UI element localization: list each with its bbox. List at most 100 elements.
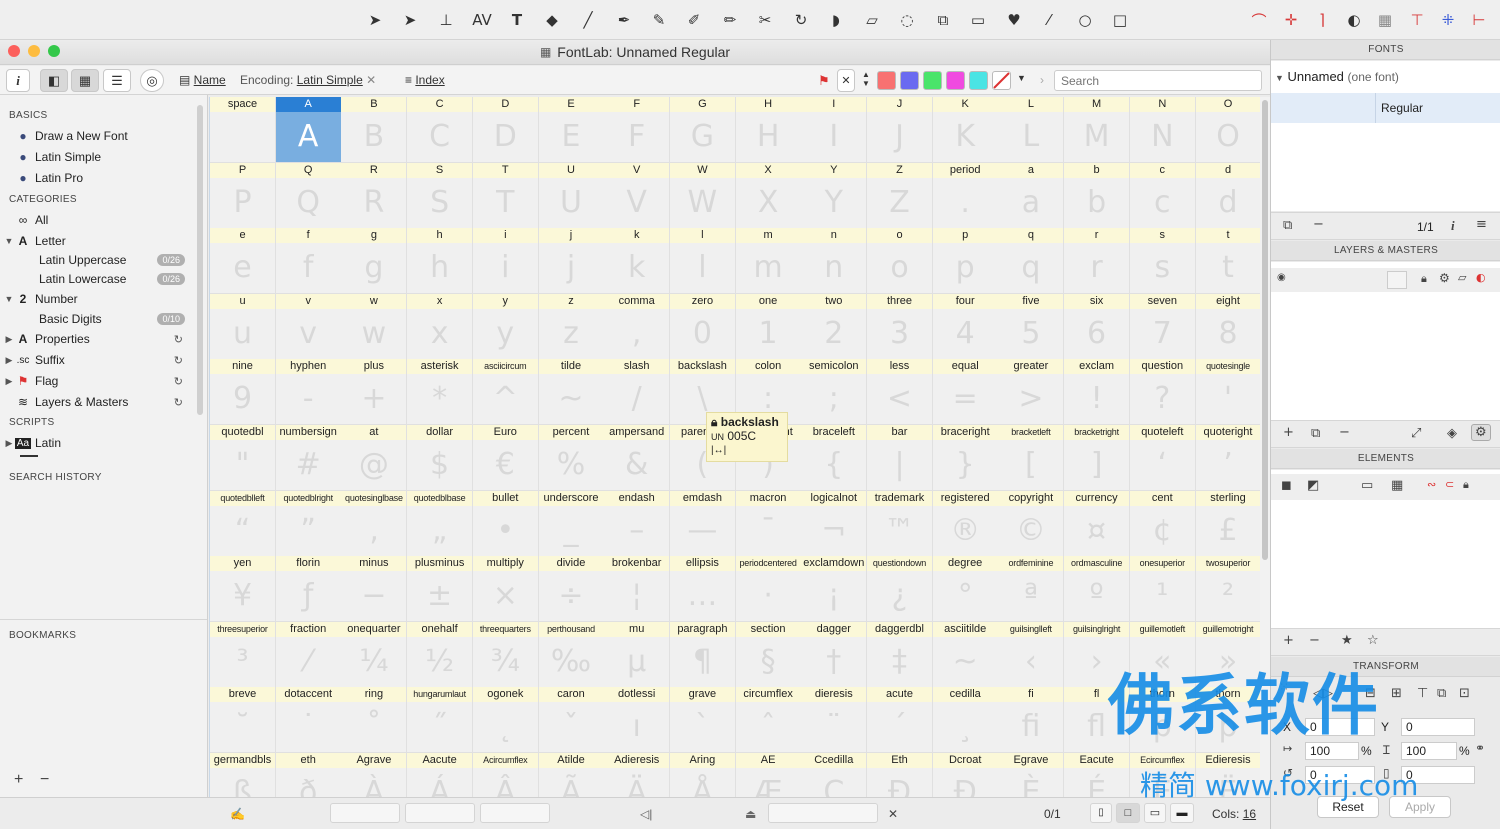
glyph-cell[interactable]: AA [275, 97, 342, 163]
glyph-cell[interactable]: DD [472, 97, 539, 163]
grid-view-button[interactable]: ▦ [71, 69, 99, 92]
remove-font-icon[interactable]: − [1313, 217, 1324, 232]
glyph-cell[interactable]: exclamdown ¡ [801, 556, 868, 623]
cell-size-large-button[interactable]: ▭ [1144, 803, 1166, 823]
align-top-icon[interactable]: ⊤ [1417, 686, 1428, 701]
glyph-cell[interactable]: XX [735, 162, 802, 229]
element-stroke-icon[interactable]: ◩ [1307, 478, 1319, 493]
glyph-cell[interactable]: asterisk * [407, 359, 474, 426]
pen-status-icon[interactable]: ✍ [230, 807, 245, 821]
remove-element-icon[interactable]: − [1309, 633, 1320, 648]
glyph-cell[interactable]: kk [604, 228, 671, 295]
info-button[interactable]: i [6, 69, 30, 92]
glyph-cell[interactable]: equal = [932, 359, 999, 426]
glyph-cell[interactable]: asciicircum ^ [472, 359, 539, 426]
glyph-cell[interactable]: ordmasculine º [1064, 556, 1131, 623]
glyph-cell[interactable]: minus − [341, 556, 408, 623]
sidebar-item-suffix[interactable]: ▶ .sc Suffix ↻ [0, 350, 195, 370]
sidebar-item-layers-masters[interactable]: ≋ Layers & Masters ↻ [0, 392, 195, 412]
glyph-cell[interactable]: YY [801, 162, 868, 229]
add-layer-icon[interactable]: + [1283, 425, 1294, 440]
glyph-cell[interactable]: trademark ™ [867, 490, 933, 557]
remove-bookmark-icon[interactable]: − [40, 771, 49, 789]
glyph-cell[interactable]: rr [1064, 228, 1131, 295]
duplicate-layer-icon[interactable]: ⧉ [1311, 426, 1320, 441]
glyph-cell[interactable]: period. [932, 162, 999, 229]
glyph-cell[interactable]: dotaccent ˙ [275, 687, 342, 754]
glyph-cell[interactable]: Eacute É [1064, 753, 1131, 797]
metrics-icon[interactable]: ⊥ [434, 8, 458, 32]
glyph-cell[interactable]: Aacute Á [407, 753, 474, 797]
node-tool-icon[interactable]: ✛ [1279, 8, 1303, 32]
sidebar-item-all[interactable]: ∞ All [0, 210, 195, 230]
glyph-cell[interactable]: bracketleft [ [998, 425, 1065, 491]
status-field-1[interactable] [330, 803, 400, 823]
sidebar-item-latin-lowercase[interactable]: Latin Lowercase 0/26 [0, 269, 195, 289]
glyph-cell[interactable]: twosuperior ² [1195, 556, 1260, 623]
remove-layer-icon[interactable]: − [1339, 425, 1350, 440]
glyph-cell[interactable]: UU [538, 162, 605, 229]
disclosure-closed-icon[interactable]: ▶ [3, 438, 15, 449]
glyph-cell[interactable]: five 5 [998, 293, 1065, 360]
layer-color-icon[interactable]: ◐ [1476, 271, 1486, 284]
zoom-window-button[interactable] [48, 45, 60, 57]
glyph-cell[interactable]: oo [867, 228, 933, 295]
glyph-cell[interactable]: mm [735, 228, 802, 295]
glyph-cell[interactable]: onesuperior ¹ [1129, 556, 1196, 623]
contour-pointer-icon[interactable]: ➤ [398, 8, 422, 32]
add-element-icon[interactable]: + [1283, 633, 1294, 648]
glyph-cell[interactable]: KK [932, 97, 999, 163]
eraser-icon[interactable]: ◆ [540, 8, 564, 32]
glyph-cell[interactable]: nn [801, 228, 868, 295]
glyph-cell[interactable]: onequarter ¼ [341, 621, 408, 688]
shape-icon[interactable]: ▭ [966, 8, 990, 32]
glyph-cell[interactable]: quotesingle ' [1195, 359, 1260, 426]
glyph-cell[interactable]: multiply × [472, 556, 539, 623]
glyph-cell[interactable]: perthousand ‰ [538, 621, 605, 688]
glyph-cell[interactable]: fi fi [998, 687, 1065, 754]
glyph-cell[interactable]: uu [210, 293, 276, 360]
glyph-cell[interactable]: bb [1064, 162, 1131, 229]
cell-size-medium-button[interactable]: □ [1116, 803, 1140, 823]
element-grid-icon[interactable]: ▦ [1391, 478, 1403, 493]
clear-encoding-icon[interactable]: ✕ [366, 73, 376, 87]
glyph-cell[interactable]: braceleft { [801, 425, 868, 491]
text-icon[interactable]: T [505, 8, 529, 32]
glyph-cell[interactable]: ii [472, 228, 539, 295]
disclosure-closed-icon[interactable]: ▶ [3, 376, 15, 387]
glyph-cell[interactable]: GG [669, 97, 736, 163]
refresh-icon[interactable]: ↻ [174, 375, 183, 388]
glyph-cell[interactable]: VV [604, 162, 671, 229]
color-swatch-blue[interactable] [900, 71, 919, 90]
glyph-cell[interactable]: hyphen - [275, 359, 342, 426]
glyph-cell[interactable]: aa [998, 162, 1065, 229]
glyph-cell[interactable]: semicolon; [801, 359, 868, 426]
glyph-cell[interactable]: gg [341, 228, 408, 295]
glyph-cell[interactable]: Agrave À [341, 753, 408, 797]
glyph-cell[interactable]: periodcentered · [735, 556, 802, 623]
gear-icon[interactable]: ⚙ [1439, 271, 1450, 285]
glyph-cell[interactable]: WW [669, 162, 736, 229]
align-middle-icon[interactable]: ⧉ [1437, 686, 1446, 701]
glyph-cell[interactable]: bracketright] [1064, 425, 1131, 491]
glyph-cell[interactable]: tt [1195, 228, 1260, 295]
glyph-cell[interactable]: fraction ⁄ [275, 621, 342, 688]
layer-row[interactable]: ◉ 🔒︎ ⚙ ▱ ◐ [1271, 268, 1500, 292]
glyph-cell[interactable]: QQ [275, 162, 342, 229]
glyph-cell[interactable]: pp [932, 228, 999, 295]
layers-stack-icon[interactable]: ◈ [1447, 426, 1457, 441]
link-icon[interactable]: ⚭ [1475, 741, 1485, 755]
no-color-swatch[interactable] [992, 71, 1011, 90]
element-frame-icon[interactable]: ▭ [1361, 478, 1373, 493]
glyph-cell[interactable]: zero 0 [669, 293, 736, 360]
guide-tool-icon[interactable]: ⊤ [1405, 8, 1429, 32]
glyph-cell[interactable]: grave ` [669, 687, 736, 754]
glyph-cell[interactable]: divide ÷ [538, 556, 605, 623]
glyph-cell[interactable]: hungarumlaut ˝ [407, 687, 474, 754]
glyph-cell[interactable]: exclam! [1064, 359, 1131, 426]
glyph-cell[interactable]: acute ´ [867, 687, 933, 754]
glyph-cell[interactable]: percent% [538, 425, 605, 491]
eyedropper-icon[interactable]: ⁄ [1037, 8, 1061, 32]
glyph-cell[interactable]: daggerdbl ‡ [867, 621, 933, 688]
glyph-cell[interactable]: registered ® [932, 490, 999, 557]
